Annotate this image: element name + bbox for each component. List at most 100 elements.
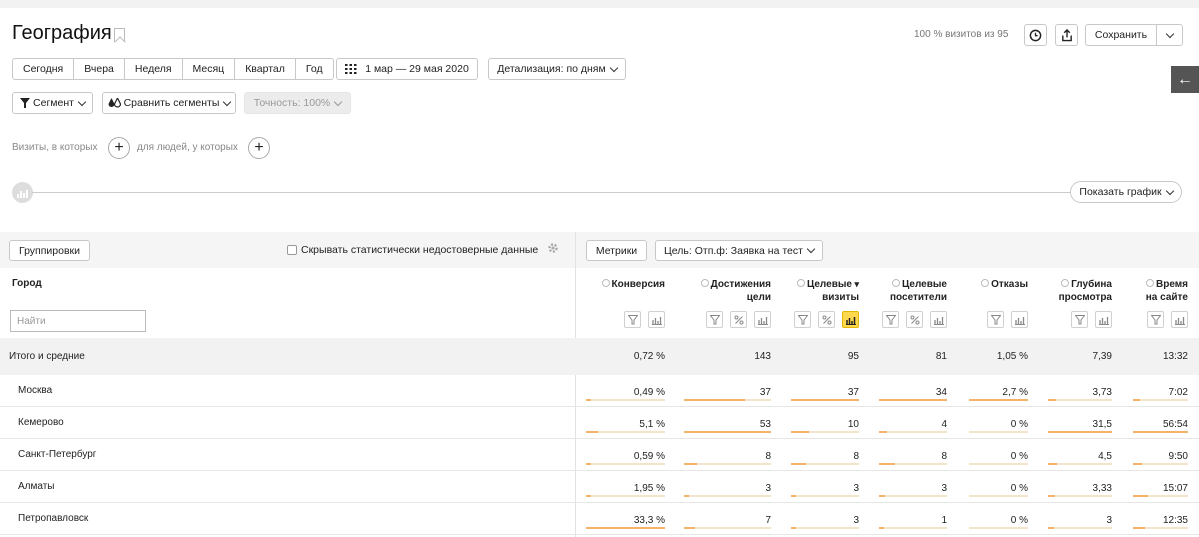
show-chart-button[interactable]: Показать график [1070, 181, 1182, 203]
city-cell[interactable]: Москва [18, 385, 52, 396]
city-cell[interactable]: Алматы [18, 481, 55, 492]
metric-cell: 8 [853, 451, 859, 462]
metric-bar-track [684, 527, 771, 529]
metric-bar-fill [1048, 463, 1057, 465]
add-people-condition-button[interactable]: + [248, 137, 270, 159]
percent-icon[interactable] [906, 311, 923, 328]
bar-chart-icon[interactable] [1011, 311, 1028, 328]
chart-icon[interactable] [12, 182, 33, 203]
column-header-line1: Глубина [1042, 278, 1112, 291]
period-quarter[interactable]: Квартал [235, 59, 296, 79]
metric-bar-track [879, 431, 947, 433]
upload-icon [1061, 28, 1072, 41]
date-range-button[interactable]: 1 мар — 29 мая 2020 [336, 58, 478, 80]
city-cell[interactable]: Кемерово [18, 417, 64, 428]
metric-bar-fill [791, 495, 796, 497]
groupings-button[interactable]: Группировки [9, 240, 90, 261]
segment-label: Сегмент [33, 97, 74, 109]
column-header-6[interactable]: Время на сайте [1128, 278, 1188, 304]
metrics-button[interactable]: Метрики [586, 240, 647, 261]
metric-bar-track [969, 527, 1028, 529]
metric-cell: 8 [765, 451, 771, 462]
bar-chart-icon[interactable] [648, 311, 665, 328]
add-visits-condition-button[interactable]: + [108, 137, 130, 159]
column-header-line2: визиты [822, 292, 859, 303]
column-header-0[interactable]: Конверсия [585, 278, 665, 291]
column-header-1[interactable]: Достижения цели [681, 278, 771, 304]
period-week[interactable]: Неделя [125, 59, 183, 79]
metric-cell: 3,73 [1092, 387, 1112, 398]
filter-icon[interactable] [706, 311, 723, 328]
bar-chart-icon[interactable] [754, 311, 771, 328]
metric-cell: 3,33 [1092, 483, 1112, 494]
metric-bar-track [1048, 495, 1112, 497]
filter-icon[interactable] [624, 311, 641, 328]
metric-cell: 8 [941, 451, 947, 462]
compare-drops-icon [108, 98, 121, 108]
top-strip [0, 0, 1199, 8]
help-icon[interactable] [796, 279, 805, 287]
hide-unreliable-checkbox[interactable] [287, 245, 297, 255]
bar-chart-icon[interactable] [1171, 311, 1188, 328]
city-cell[interactable]: Петропавловск [18, 513, 88, 524]
column-header-5[interactable]: Глубина просмотра [1042, 278, 1112, 304]
city-cell[interactable]: Санкт-Петербург [18, 449, 96, 460]
help-icon[interactable] [700, 279, 709, 287]
bar-chart-icon[interactable] [842, 311, 859, 328]
metric-cell: 7:02 [1168, 387, 1188, 398]
filter-icon[interactable] [1071, 311, 1088, 328]
percent-icon[interactable] [818, 311, 835, 328]
metric-cell: 0 % [1010, 419, 1028, 430]
detail-dropdown[interactable]: Детализация: по дням [488, 58, 626, 80]
filter-icon[interactable] [882, 311, 899, 328]
bar-chart-icon[interactable] [930, 311, 947, 328]
calendar-icon [345, 64, 357, 74]
help-icon[interactable] [891, 279, 900, 287]
column-header-line1: Конверсия [585, 278, 665, 291]
help-icon[interactable] [1146, 279, 1154, 287]
column-header-2[interactable]: Целевые ▾ визиты [789, 278, 859, 304]
filter-icon[interactable] [1147, 311, 1164, 328]
metric-bar-fill [879, 399, 947, 401]
segment-button[interactable]: Сегмент [12, 92, 93, 114]
help-icon[interactable] [1061, 279, 1070, 287]
metric-cell: 0 % [1010, 483, 1028, 494]
metric-bar-track [684, 463, 771, 465]
metric-cell: 56:54 [1162, 419, 1188, 430]
metric-bar-track [791, 495, 859, 497]
column-header-line2: просмотра [1058, 292, 1112, 303]
total-cell: 7,39 [1092, 351, 1112, 362]
gear-icon[interactable] [547, 242, 559, 254]
metric-cell: 12:35 [1162, 515, 1188, 526]
bookmark-icon[interactable] [114, 28, 125, 42]
history-button[interactable] [1024, 24, 1047, 46]
save-dropdown-button[interactable] [1156, 24, 1183, 46]
accuracy-label: Точность: 100% [253, 97, 331, 109]
column-header-line2: цели [746, 292, 771, 303]
column-header-3[interactable]: Целевые посетители [867, 278, 947, 304]
metric-bar-track [791, 527, 859, 529]
help-icon[interactable] [601, 279, 610, 287]
period-today[interactable]: Сегодня [13, 59, 75, 79]
compare-segments-button[interactable]: Сравнить сегменты [102, 92, 236, 114]
metric-cell: 1,95 % [633, 483, 665, 494]
metric-cell: 53 [759, 419, 771, 430]
column-header-4[interactable]: Отказы [963, 278, 1028, 291]
accuracy-dropdown[interactable]: Точность: 100% [244, 92, 351, 114]
period-month[interactable]: Месяц [183, 59, 236, 79]
back-arrow-icon[interactable]: ← [1171, 66, 1199, 93]
filter-icon[interactable] [794, 311, 811, 328]
period-year[interactable]: Год [296, 59, 333, 79]
export-button[interactable] [1055, 24, 1078, 46]
city-column-header[interactable]: Город [12, 278, 42, 289]
percent-icon[interactable] [730, 311, 747, 328]
metric-bar-fill [684, 527, 695, 529]
bar-chart-icon[interactable] [1095, 311, 1112, 328]
period-yesterday[interactable]: Вчера [74, 59, 125, 79]
save-button[interactable]: Сохранить [1085, 24, 1157, 46]
goal-dropdown[interactable]: Цель: Отп.ф: Заявка на тест [655, 240, 823, 261]
city-search-input[interactable]: Найти [10, 310, 146, 332]
chevron-down-icon [223, 97, 232, 106]
help-icon[interactable] [981, 279, 990, 287]
filter-icon[interactable] [987, 311, 1004, 328]
